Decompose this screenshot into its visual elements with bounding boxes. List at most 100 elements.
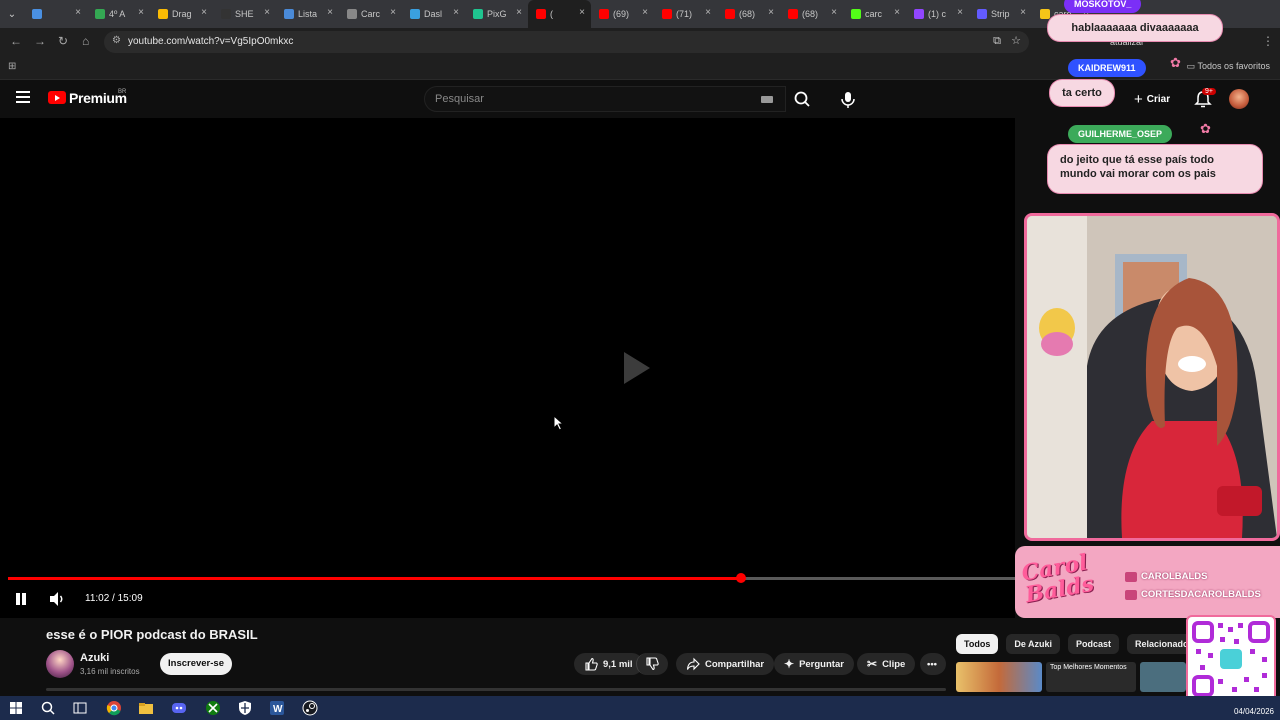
chrome-icon[interactable] — [106, 700, 122, 716]
browser-menu-icon[interactable]: ⋮ — [1262, 34, 1274, 48]
browser-tab[interactable]: Lista × — [276, 0, 339, 28]
browser-tab[interactable]: PixG × — [465, 0, 528, 28]
volume-icon[interactable] — [48, 591, 66, 607]
tab-close-icon[interactable]: × — [957, 7, 963, 18]
create-button[interactable]: + Criar — [1126, 88, 1178, 110]
chat-text-2: ta certo — [1062, 87, 1102, 99]
ask-label: Perguntar — [799, 658, 844, 670]
tab-close-icon[interactable]: × — [327, 7, 333, 18]
windows-taskbar: W 04/04/2026 — [0, 696, 1280, 720]
tab-favicon-icon — [95, 9, 105, 19]
browser-tab[interactable]: (68) × — [717, 0, 780, 28]
share-button[interactable]: Compartilhar — [676, 653, 775, 675]
channel-name[interactable]: Azuki — [80, 652, 109, 664]
tab-label: (68) — [739, 9, 756, 19]
tab-close-icon[interactable]: × — [201, 7, 207, 18]
word-icon[interactable]: W — [269, 700, 285, 716]
tab-close-icon[interactable]: × — [1020, 7, 1026, 18]
chip-from-channel[interactable]: De Azuki — [1006, 634, 1061, 654]
defender-icon[interactable] — [237, 700, 253, 716]
browser-tab[interactable]: (69) × — [591, 0, 654, 28]
tab-close-icon[interactable]: × — [642, 7, 648, 18]
chip-all[interactable]: Todos — [956, 634, 999, 654]
recommended-thumb-2[interactable]: Top Melhores Momentos — [1046, 662, 1136, 692]
file-explorer-icon[interactable] — [138, 700, 154, 716]
tab-favicon-icon — [599, 9, 609, 19]
tab-close-icon[interactable]: × — [75, 7, 81, 18]
windows-start-icon[interactable] — [8, 700, 24, 716]
apps-grid-icon[interactable]: ⊞ — [8, 61, 16, 72]
tab-favicon-icon — [284, 9, 294, 19]
play-icon[interactable] — [624, 352, 650, 384]
youtube-logo-icon[interactable] — [48, 91, 66, 104]
site-info-icon[interactable]: ⚙ — [112, 35, 121, 46]
dislike-button[interactable] — [636, 653, 668, 675]
tab-favicon-icon — [536, 9, 546, 19]
search-button[interactable] — [786, 86, 818, 112]
menu-icon[interactable] — [16, 91, 30, 103]
video-player[interactable] — [0, 118, 1015, 618]
tab-close-icon[interactable]: × — [768, 7, 774, 18]
svg-text:W: W — [273, 704, 283, 715]
tab-close-icon[interactable]: × — [516, 7, 522, 18]
tab-close-icon[interactable]: × — [894, 7, 900, 18]
progress-bar[interactable] — [8, 573, 1015, 583]
browser-tab[interactable]: × — [24, 0, 87, 28]
discord-icon[interactable] — [171, 700, 187, 716]
browser-tab[interactable]: Carc × — [339, 0, 402, 28]
tab-close-icon[interactable]: × — [579, 7, 585, 18]
pause-button[interactable] — [14, 592, 28, 606]
install-app-icon[interactable]: ⧉ — [993, 35, 1001, 48]
browser-tab[interactable]: (68) × — [780, 0, 843, 28]
url-text: youtube.com/watch?v=Vg5IpO0mkxc — [128, 36, 294, 47]
browser-tab[interactable]: Dasl × — [402, 0, 465, 28]
home-icon[interactable]: ⌂ — [82, 34, 89, 48]
tab-favicon-icon — [914, 9, 924, 19]
browser-tab[interactable]: Strip × — [969, 0, 1032, 28]
tab-close-icon[interactable]: × — [831, 7, 837, 18]
clip-button[interactable]: ✂ Clipe — [857, 653, 916, 675]
steam-icon[interactable] — [302, 700, 318, 716]
tab-close-icon[interactable]: × — [453, 7, 459, 18]
browser-tab[interactable]: SHE × — [213, 0, 276, 28]
tab-favicon-icon — [473, 9, 483, 19]
like-button[interactable]: 9,1 mil — [574, 653, 643, 675]
keyboard-icon[interactable] — [761, 96, 773, 103]
browser-tab[interactable]: (1) c × — [906, 0, 969, 28]
tab-search-menu-icon[interactable]: ⌄ — [0, 0, 24, 28]
browser-tab[interactable]: (× — [528, 0, 591, 28]
recommended-thumb-1[interactable] — [956, 662, 1042, 692]
browser-tab[interactable]: Drag × — [150, 0, 213, 28]
tab-close-icon[interactable]: × — [390, 7, 396, 18]
ask-button[interactable]: ✦ Perguntar — [774, 653, 854, 675]
all-bookmarks-folder[interactable]: ▭ Todos os favoritos — [1187, 61, 1270, 72]
more-actions-button[interactable]: ••• — [920, 653, 946, 675]
address-bar[interactable]: ⚙ youtube.com/watch?v=Vg5IpO0mkxc ⧉ ☆ — [104, 31, 1029, 53]
horizontal-scrollbar[interactable] — [46, 688, 946, 691]
xbox-icon[interactable] — [205, 700, 221, 716]
voice-search-button[interactable] — [835, 86, 861, 112]
bookmark-star-icon[interactable]: ☆ — [1011, 34, 1021, 47]
search-input[interactable]: Pesquisar — [424, 86, 786, 112]
reload-icon[interactable]: ↻ — [58, 34, 68, 48]
plus-icon: + — [1134, 90, 1143, 108]
back-icon[interactable]: ← — [10, 34, 22, 48]
browser-tab[interactable]: 4º A × — [87, 0, 150, 28]
tab-label: Dasl — [424, 9, 443, 19]
search-placeholder: Pesquisar — [435, 93, 484, 105]
search-icon[interactable] — [40, 700, 56, 716]
chip-podcast[interactable]: Podcast — [1068, 634, 1120, 654]
browser-tab[interactable]: carc × — [843, 0, 906, 28]
task-view-icon[interactable] — [72, 700, 88, 716]
account-avatar[interactable] — [1229, 89, 1249, 109]
tab-close-icon[interactable]: × — [264, 7, 270, 18]
subscribe-button[interactable]: Inscrever-se — [160, 653, 232, 675]
tab-close-icon[interactable]: × — [138, 7, 144, 18]
flower-icon: ✿ — [1200, 121, 1211, 136]
browser-tab[interactable]: (71) × — [654, 0, 717, 28]
time-display: 11:02 / 15:09 — [85, 593, 143, 604]
forward-icon[interactable]: → — [34, 34, 46, 48]
recommended-thumb-3[interactable] — [1140, 662, 1186, 692]
tab-close-icon[interactable]: × — [705, 7, 711, 18]
channel-avatar[interactable] — [46, 650, 74, 678]
